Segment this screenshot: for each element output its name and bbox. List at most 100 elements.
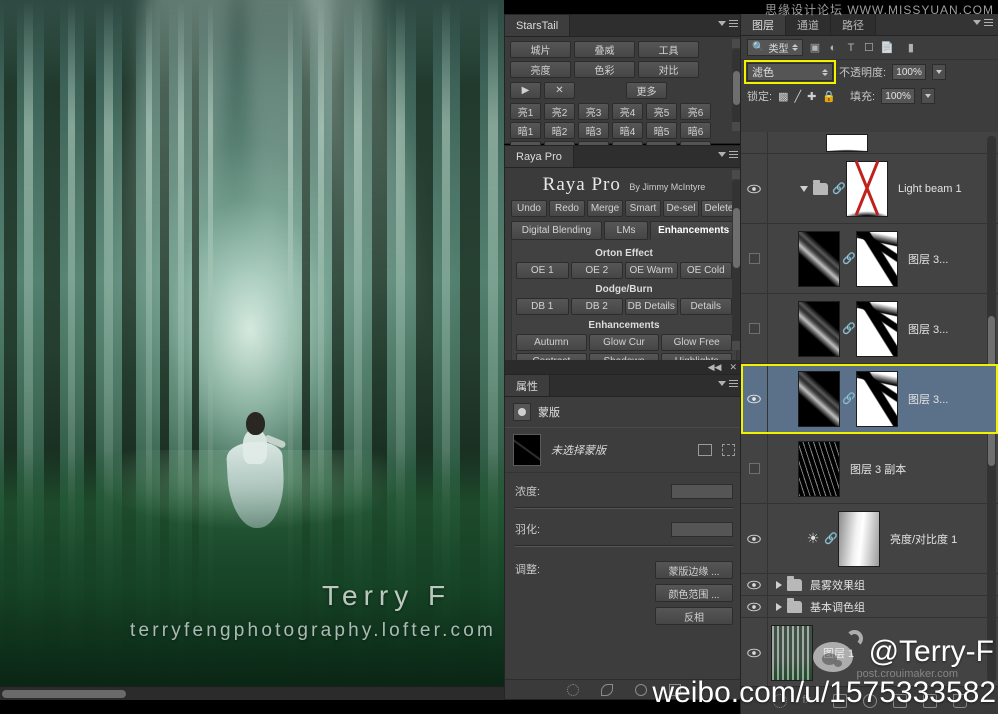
rayapro-glow-free-button[interactable]: Glow Free <box>661 334 733 351</box>
layer-visibility-toggle[interactable] <box>741 648 767 658</box>
layer-name[interactable]: 图层 3 副本 <box>842 461 906 477</box>
layer-name[interactable]: Light beam 1 <box>890 183 962 195</box>
table-row[interactable]: 基本调色组 <box>741 596 998 618</box>
starstail-stop-button[interactable]: ✕ <box>544 82 575 99</box>
mask-edge-button[interactable]: 蒙版边缘 ... <box>655 561 733 579</box>
canvas-horizontal-scrollbar[interactable] <box>0 686 504 700</box>
layer-thumbnail[interactable] <box>798 440 840 497</box>
starstail-preset-0-0[interactable]: 亮1 <box>510 103 541 120</box>
rayapro-details-button[interactable]: Details <box>679 298 732 315</box>
starstail-preset-1-5[interactable]: 暗6 <box>680 122 711 139</box>
tab-properties[interactable]: 属性 <box>505 375 550 396</box>
starstail-preset-0-5[interactable]: 亮6 <box>680 103 711 120</box>
starstail-btn-1-0[interactable]: 亮度 <box>510 61 571 78</box>
load-selection-icon[interactable] <box>567 683 579 696</box>
smart-object-filter-icon[interactable]: 📄 <box>880 41 894 54</box>
layer-thumbnail[interactable] <box>798 300 840 357</box>
fill-dropdown-button[interactable] <box>921 88 936 104</box>
vector-mask-button[interactable] <box>722 444 735 456</box>
layer-visibility-toggle[interactable] <box>741 394 767 404</box>
rayapro-oe-warm-button[interactable]: OE Warm <box>625 262 678 279</box>
group-expand-chevron-icon[interactable] <box>800 185 808 192</box>
group-expand-chevron-icon[interactable] <box>776 580 782 589</box>
rayapro-undo-button[interactable]: Undo <box>511 200 547 217</box>
starstail-preset-0-1[interactable]: 亮2 <box>544 103 575 120</box>
group-expand-chevron-icon[interactable] <box>776 602 782 611</box>
layer-visibility-toggle[interactable] <box>741 323 767 334</box>
table-row[interactable]: 晨雾效果组 <box>741 574 998 596</box>
layer-name[interactable]: 晨雾效果组 <box>802 577 865 593</box>
layer-name[interactable]: 图层 3... <box>900 251 948 267</box>
layer-kind-select[interactable]: 🔍 类型 <box>747 39 804 56</box>
opacity-value[interactable]: 100% <box>892 64 927 80</box>
rayapro-db1-button[interactable]: DB 1 <box>516 298 569 315</box>
density-value-field[interactable] <box>671 483 733 499</box>
properties-panel-menu-button[interactable] <box>718 380 738 387</box>
rayapro-merge-button[interactable]: Merge <box>587 200 623 217</box>
layer-name[interactable]: 亮度/对比度 1 <box>882 531 957 547</box>
type-filter-icon[interactable]: T <box>844 41 857 54</box>
layer-list[interactable]: 🔗 Light beam 1 🔗 图层 3... 🔗 图层 3... 🔗 图层 … <box>741 132 998 686</box>
filter-toggle-icon[interactable]: ▮ <box>904 41 917 54</box>
lock-position-icon[interactable]: ✚ <box>807 90 816 103</box>
layer-mask-thumbnail[interactable] <box>856 300 898 357</box>
layer-visibility-toggle[interactable] <box>741 602 767 612</box>
layer-mask-thumbnail[interactable] <box>856 370 898 427</box>
color-range-button[interactable]: 颜色范围 ... <box>655 584 733 602</box>
starstail-preset-0-2[interactable]: 亮3 <box>578 103 609 120</box>
feather-value-field[interactable] <box>671 521 733 537</box>
shape-filter-icon[interactable]: ☐ <box>862 41 875 54</box>
link-icon[interactable]: 🔗 <box>824 532 838 545</box>
layer-name[interactable]: 图层 3... <box>900 391 948 407</box>
canvas-document-area[interactable]: Terry F terryfengphotography.lofter.com <box>0 0 504 700</box>
starstail-btn-0-0[interactable]: 城片 <box>510 41 571 58</box>
rayapro-oe-cold-button[interactable]: OE Cold <box>679 262 732 279</box>
lock-transparency-icon[interactable]: ▩ <box>778 90 788 103</box>
rayapro-desel-button[interactable]: De-sel <box>663 200 699 217</box>
layer-visibility-toggle[interactable] <box>741 184 767 194</box>
starstail-preset-1-2[interactable]: 暗3 <box>578 122 609 139</box>
starstail-btn-0-1[interactable]: 叠威 <box>574 41 635 58</box>
layer-name[interactable]: 基本调色组 <box>802 599 865 615</box>
pixel-filter-icon[interactable]: ▣ <box>808 41 821 54</box>
starstail-btn-1-2[interactable]: 对比 <box>638 61 699 78</box>
link-icon[interactable]: 🔗 <box>842 392 856 405</box>
mask-thumbnail[interactable] <box>513 434 541 466</box>
rayapro-db2-button[interactable]: DB 2 <box>570 298 623 315</box>
starstail-preset-1-4[interactable]: 暗5 <box>646 122 677 139</box>
starstail-preset-1-3[interactable]: 暗4 <box>612 122 643 139</box>
starstail-more-button[interactable]: 更多 <box>626 82 667 99</box>
starstail-preset-0-3[interactable]: 亮4 <box>612 103 643 120</box>
collapse-icon[interactable]: ◀◀ <box>708 362 722 373</box>
rayapro-panel-menu-button[interactable] <box>718 151 738 158</box>
close-icon[interactable]: ✕ <box>729 362 737 373</box>
rayapro-smart-button[interactable]: Smart <box>625 200 661 217</box>
rayapro-db-details-button[interactable]: DB Details <box>625 298 678 315</box>
table-row[interactable]: 🔗 Light beam 1 <box>741 154 998 224</box>
opacity-dropdown-button[interactable] <box>932 64 947 80</box>
pixel-mask-button[interactable] <box>698 444 712 456</box>
invert-button[interactable]: 反相 <box>655 607 733 625</box>
layer-thumbnail[interactable] <box>826 133 868 152</box>
canvas-scroll-thumb[interactable] <box>2 690 126 698</box>
rayapro-glow-cur-button[interactable]: Glow Cur <box>588 334 660 351</box>
starstail-btn-1-1[interactable]: 色彩 <box>574 61 635 78</box>
layers-panel-menu-button[interactable] <box>973 19 993 26</box>
layer-thumbnail[interactable] <box>798 370 840 427</box>
table-row[interactable]: ☀ 🔗 亮度/对比度 1 <box>741 504 998 574</box>
rayapro-oe1-button[interactable]: OE 1 <box>516 262 569 279</box>
table-row[interactable] <box>741 132 998 154</box>
blend-mode-select[interactable]: 滤色 <box>744 60 836 84</box>
rayapro-tab-digital-blending[interactable]: Digital Blending <box>511 221 602 240</box>
rayapro-tab-enhancements[interactable]: Enhancements <box>650 221 737 240</box>
tab-starstail[interactable]: StarsTail <box>505 15 571 36</box>
starstail-panel-menu-button[interactable] <box>718 20 738 27</box>
starstail-scroll-thumb[interactable] <box>733 71 740 105</box>
starstail-preset-0-4[interactable]: 亮5 <box>646 103 677 120</box>
link-icon[interactable]: 🔗 <box>832 182 846 195</box>
table-row[interactable]: 图层 3 副本 <box>741 434 998 504</box>
layer-visibility-toggle[interactable] <box>741 580 767 590</box>
lock-image-icon[interactable]: ╱ <box>794 90 801 103</box>
link-icon[interactable]: 🔗 <box>842 252 856 265</box>
layer-name[interactable]: 图层 3... <box>900 321 948 337</box>
